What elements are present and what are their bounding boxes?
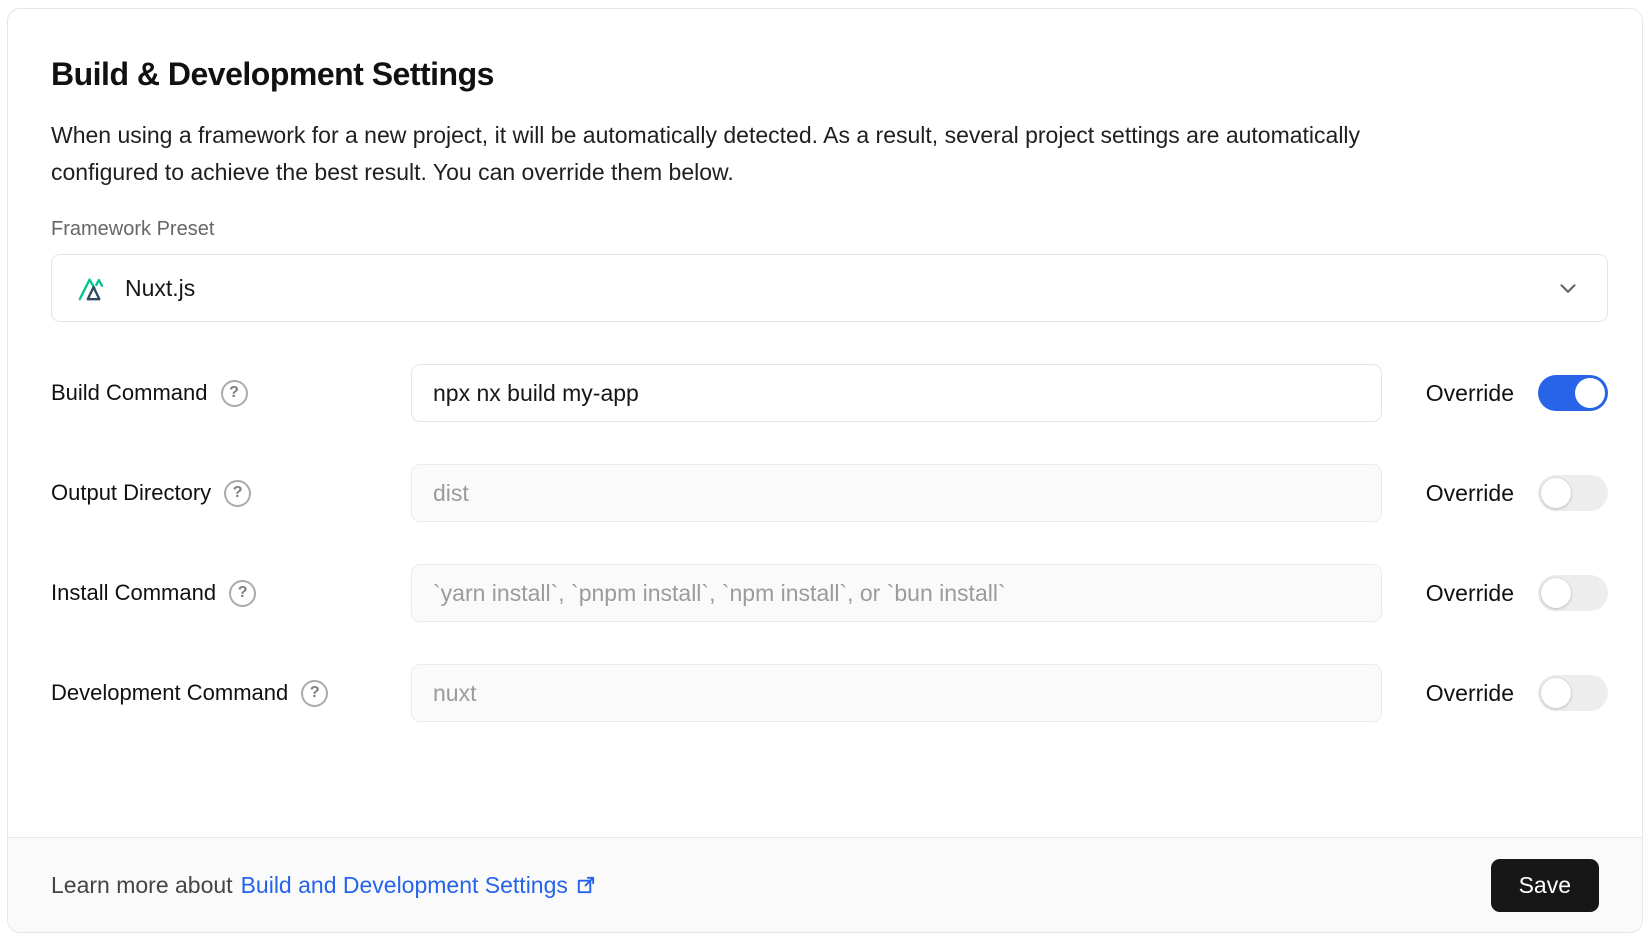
output-directory-row: Output Directory ? Override	[51, 464, 1608, 522]
framework-preset-label: Framework Preset	[51, 217, 1599, 241]
framework-preset-select[interactable]: Nuxt.js	[51, 254, 1608, 322]
help-circle-icon[interactable]: ?	[224, 480, 251, 507]
external-link-icon	[574, 874, 597, 897]
development-command-override-toggle[interactable]	[1538, 675, 1608, 711]
build-command-override-toggle[interactable]	[1538, 375, 1608, 411]
card-footer: Learn more about Build and Development S…	[8, 837, 1642, 932]
build-command-label: Build Command	[51, 380, 208, 406]
install-command-label: Install Command	[51, 580, 216, 606]
output-directory-input[interactable]	[411, 464, 1382, 522]
settings-description: When using a framework for a new project…	[51, 117, 1471, 191]
framework-selected-value: Nuxt.js	[125, 275, 195, 302]
help-circle-icon[interactable]: ?	[221, 380, 248, 407]
toggle-knob	[1541, 678, 1571, 708]
learn-more-text: Learn more about	[51, 872, 233, 899]
development-command-input[interactable]	[411, 664, 1382, 722]
install-command-override-toggle[interactable]	[1538, 575, 1608, 611]
install-command-input[interactable]	[411, 564, 1382, 622]
build-command-input[interactable]	[411, 364, 1382, 422]
build-settings-card: Build & Development Settings When using …	[7, 8, 1643, 933]
build-command-row: Build Command ? Override	[51, 364, 1608, 422]
development-command-label: Development Command	[51, 680, 288, 706]
chevron-down-icon	[1555, 275, 1581, 301]
override-label: Override	[1426, 380, 1514, 407]
toggle-knob	[1541, 478, 1571, 508]
save-button[interactable]: Save	[1491, 859, 1599, 912]
help-circle-icon[interactable]: ?	[301, 680, 328, 707]
output-directory-label: Output Directory	[51, 480, 211, 506]
toggle-knob	[1575, 378, 1605, 408]
output-directory-override-toggle[interactable]	[1538, 475, 1608, 511]
page-title: Build & Development Settings	[51, 56, 1599, 93]
install-command-row: Install Command ? Override	[51, 564, 1608, 622]
override-label: Override	[1426, 680, 1514, 707]
learn-more-link[interactable]: Build and Development Settings	[241, 872, 597, 899]
override-label: Override	[1426, 580, 1514, 607]
nuxt-logo-icon	[78, 275, 110, 302]
toggle-knob	[1541, 578, 1571, 608]
help-circle-icon[interactable]: ?	[229, 580, 256, 607]
override-label: Override	[1426, 480, 1514, 507]
development-command-row: Development Command ? Override	[51, 664, 1608, 722]
